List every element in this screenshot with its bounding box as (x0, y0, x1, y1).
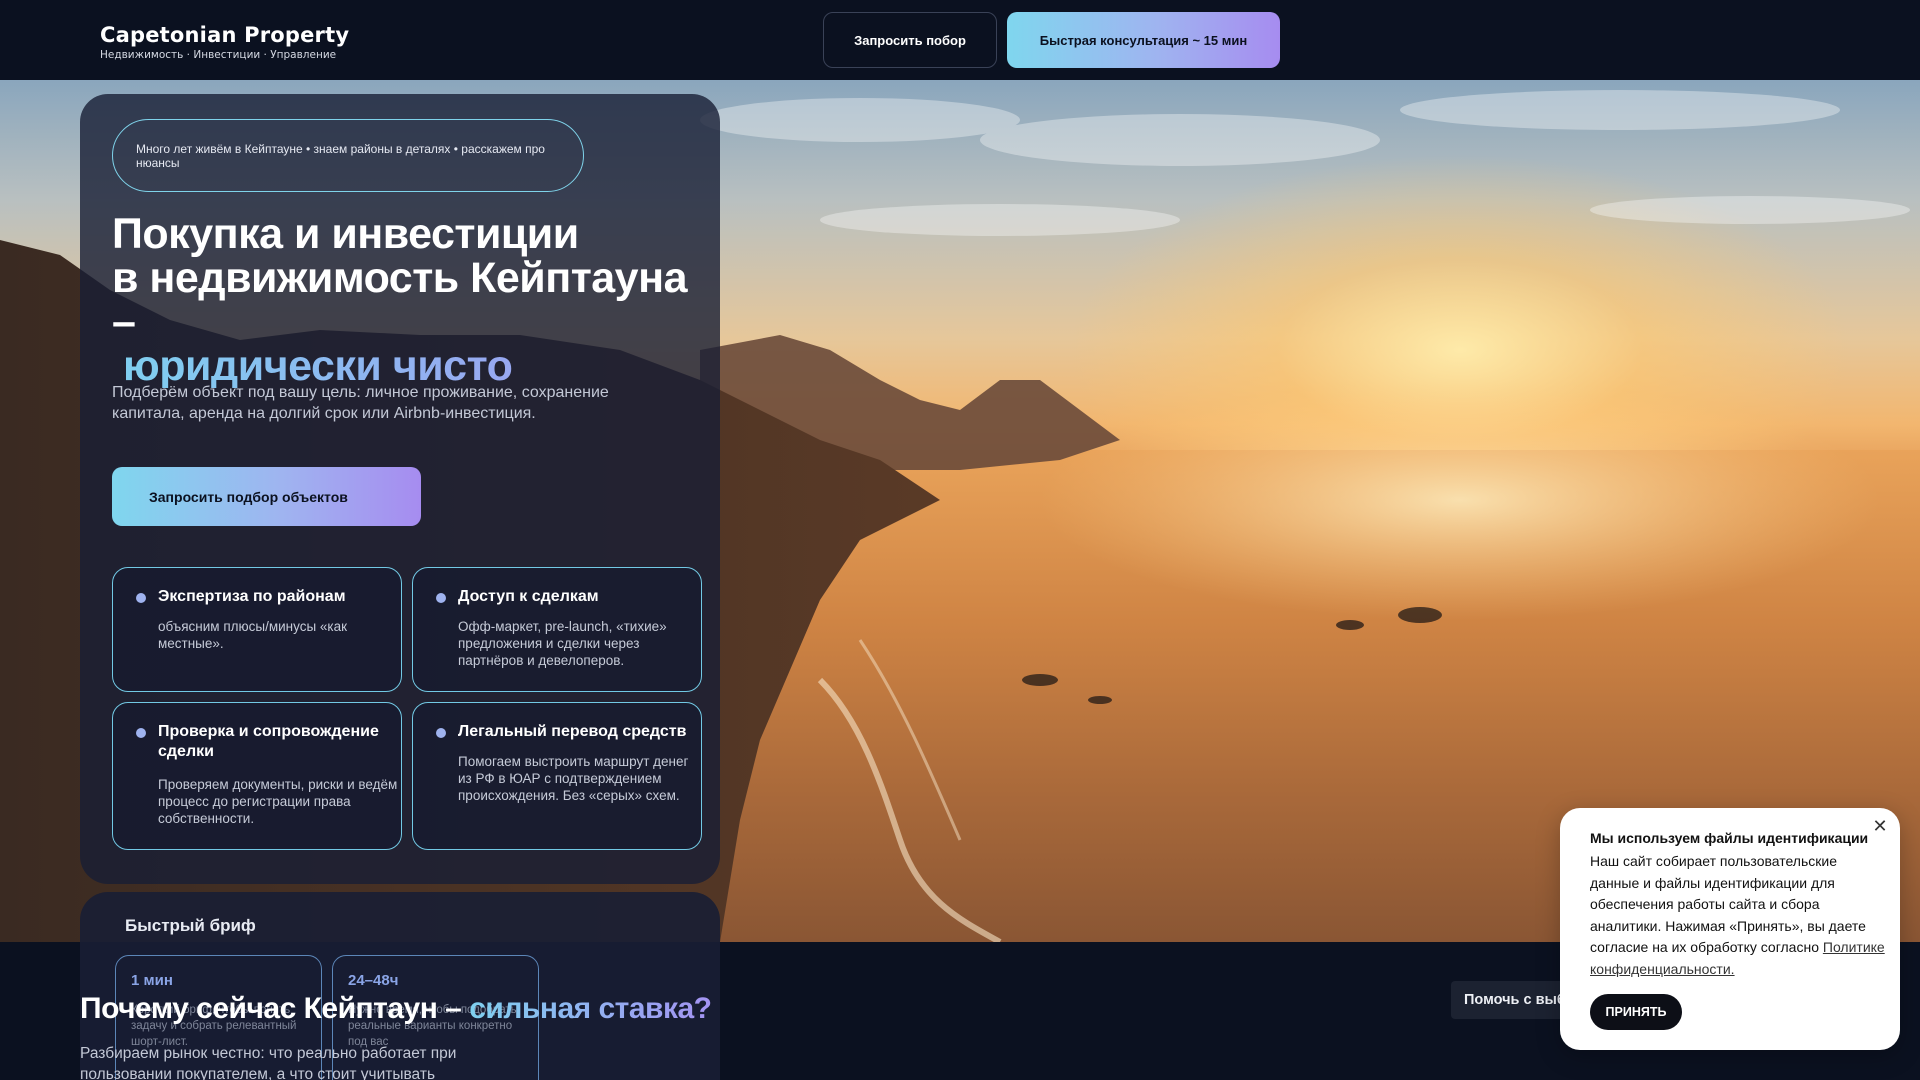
heading-accent: сильная ставка? (469, 992, 712, 1025)
cookie-text: Наш сайт собирает пользовательские данны… (1590, 851, 1886, 980)
request-objects-button[interactable]: Запросить подбор объектов (112, 467, 421, 526)
why-capetown-heading: Почему сейчас Кейптаун – сильная ставка? (80, 994, 720, 1024)
feature-title: Проверка и сопровождение сделки (158, 723, 379, 760)
feature-desc: объясним плюсы/минусы «как местные». (158, 619, 348, 651)
brief-value: 24–48ч (348, 972, 399, 989)
top-navbar: Capetonian Property Недвижимость · Инвес… (0, 0, 1920, 80)
brief-value: 1 мин (131, 972, 173, 989)
feature-title: Доступ к сделкам (458, 588, 599, 605)
feature-title: Экспертиза по районам (158, 588, 346, 605)
brief-title: Быстрый бриф (125, 916, 256, 935)
bullet-dot-icon (136, 593, 146, 603)
why-capetown-lead: Разбираем рынок честно: что реально рабо… (80, 1045, 457, 1080)
bullet-dot-icon (136, 728, 146, 738)
trust-pill: Много лет живём в Кейптауне • знаем райо… (112, 119, 584, 192)
request-selection-button[interactable]: Запросить побор (823, 12, 997, 68)
feature-card-districts: Экспертиза по районам объясним плюсы/мин… (112, 567, 402, 692)
cookie-accept-button[interactable]: ПРИНЯТЬ (1590, 994, 1682, 1030)
heading-main: Почему сейчас Кейптаун – (80, 992, 462, 1025)
hero-headline: Покупка и инвестиции в недвижимость Кейп… (112, 212, 712, 388)
feature-desc: Проверяем документы, риски и ведём проце… (158, 777, 398, 826)
bullet-dot-icon (436, 728, 446, 738)
cookie-title: Мы используем файлы идентификации (1590, 830, 1869, 846)
hero-card: Много лет живём в Кейптауне • знаем райо… (80, 94, 720, 884)
brand-tagline: Недвижимость · Инвестиции · Управление (100, 49, 337, 61)
feature-card-verification: Проверка и сопровождение сделки Проверяе… (112, 702, 402, 850)
headline-line-1: Покупка и инвестиции (112, 210, 579, 258)
hero-lead: Подберём объект под вашу цель: личное пр… (112, 384, 609, 422)
feature-card-deals: Доступ к сделкам Офф-маркет, pre-launch,… (412, 567, 702, 692)
headline-line-2: в недвижимость Кейптауна – (112, 254, 688, 346)
brand-name: Capetonian Property (100, 23, 350, 47)
quick-consultation-button[interactable]: Быстрая консультация ~ 15 мин (1007, 12, 1280, 68)
bullet-dot-icon (436, 593, 446, 603)
feature-desc: Офф-маркет, pre-launch, «тихие» предложе… (458, 619, 667, 668)
feature-title: Легальный перевод средств (458, 723, 687, 740)
brand-logo[interactable]: Capetonian Property Недвижимость · Инвес… (100, 22, 349, 62)
cookie-banner: ✕ Мы используем файлы идентификации Наш … (1560, 808, 1900, 1050)
feature-desc: Помогаем выстроить маршрут денег из РФ в… (458, 754, 689, 803)
feature-card-transfer: Легальный перевод средств Помогаем выстр… (412, 702, 702, 850)
